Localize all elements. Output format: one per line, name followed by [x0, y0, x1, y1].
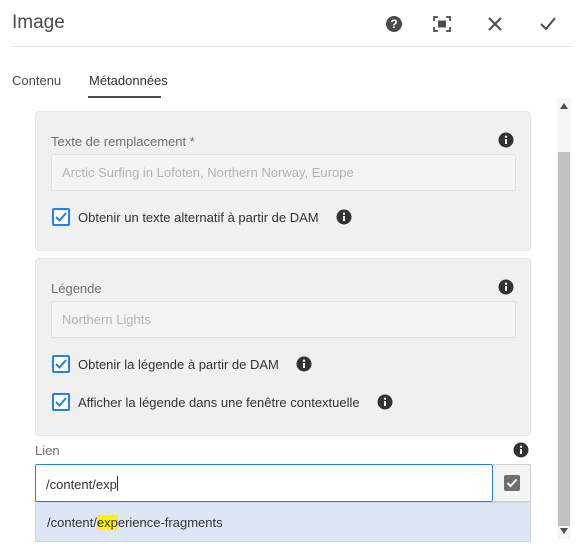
- link-label: Lien: [35, 443, 60, 458]
- link-confirm-button[interactable]: [493, 464, 531, 502]
- caption-field[interactable]: Northern Lights: [51, 301, 516, 338]
- checkmark-icon: [503, 475, 520, 491]
- scrollbar-thumb[interactable]: [558, 152, 570, 526]
- tab-contenu[interactable]: Contenu: [12, 73, 61, 88]
- info-icon[interactable]: [498, 132, 514, 148]
- link-input-value: /content/exp: [46, 477, 117, 492]
- close-icon[interactable]: [483, 12, 507, 36]
- alt-text-field[interactable]: Arctic Surfing in Lofoten, Northern Norw…: [51, 154, 516, 191]
- caption-label: Légende: [51, 281, 102, 296]
- caption-popup-row: Afficher la légende dans une fenêtre con…: [52, 393, 393, 411]
- dialog-header: Image ?: [0, 0, 587, 48]
- fullscreen-icon[interactable]: [430, 12, 454, 36]
- caption-popup-label: Afficher la légende dans une fenêtre con…: [78, 394, 360, 410]
- text-caret: [116, 476, 118, 491]
- tab-metadonnees[interactable]: Métadonnées: [89, 73, 168, 88]
- header-divider: [12, 46, 572, 47]
- caption-from-dam-checkbox[interactable]: [52, 355, 70, 373]
- alt-text-label: Texte de remplacement *: [51, 134, 195, 149]
- scroll-down-arrow-icon[interactable]: [557, 523, 571, 539]
- help-icon[interactable]: ?: [382, 12, 406, 36]
- caption-from-dam-row: Obtenir la légende à partir de DAM: [52, 355, 312, 373]
- suggestion-suffix: erience-fragments: [117, 515, 223, 530]
- done-icon[interactable]: [536, 12, 560, 36]
- suggestion-prefix: /content/: [47, 515, 97, 530]
- active-tab-indicator: [88, 96, 161, 98]
- alt-from-dam-checkbox[interactable]: [52, 208, 70, 226]
- info-icon[interactable]: [296, 356, 312, 372]
- scroll-up-arrow-icon[interactable]: [557, 98, 571, 114]
- suggestion-match: exp: [96, 515, 118, 530]
- caption-panel: Légende Northern Lights Obtenir la légen…: [35, 258, 531, 436]
- info-icon[interactable]: [498, 279, 514, 295]
- caption-from-dam-label: Obtenir la légende à partir de DAM: [78, 356, 279, 372]
- info-icon[interactable]: [377, 394, 393, 410]
- link-suggestion-item[interactable]: /content/experience-fragments: [35, 502, 531, 542]
- svg-text:?: ?: [390, 17, 397, 31]
- alt-from-dam-label: Obtenir un texte alternatif à partir de …: [78, 209, 319, 225]
- alt-text-panel: Texte de remplacement * Arctic Surfing i…: [35, 111, 531, 251]
- caption-popup-checkbox[interactable]: [52, 393, 70, 411]
- dialog-title: Image: [12, 12, 65, 33]
- link-input[interactable]: /content/exp: [35, 464, 493, 502]
- info-icon[interactable]: [513, 442, 529, 458]
- alt-from-dam-row: Obtenir un texte alternatif à partir de …: [52, 208, 352, 226]
- info-icon[interactable]: [336, 209, 352, 225]
